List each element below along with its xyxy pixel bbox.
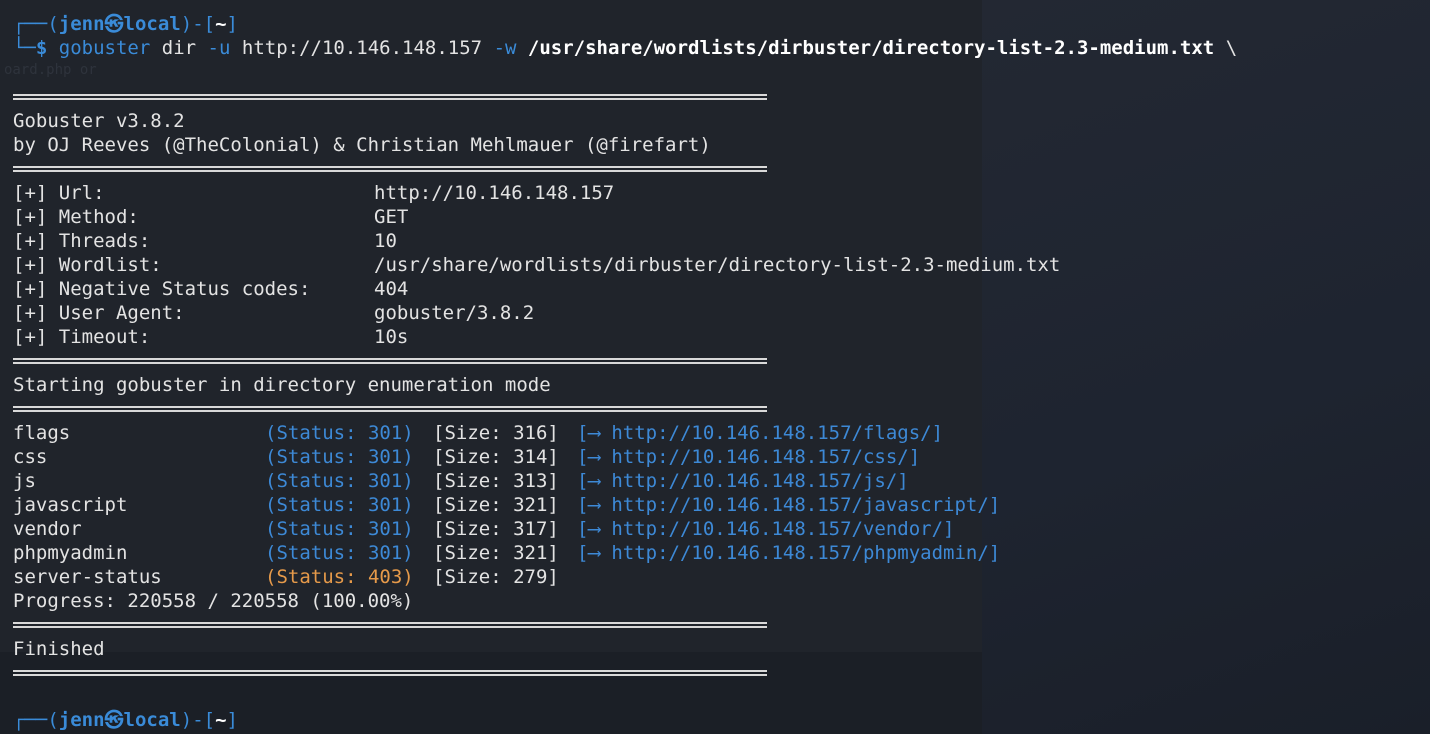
separator-rule [13,670,767,676]
command-target: http://10.146.148.157 [241,37,483,59]
prompt-frame-close: ] [226,709,238,731]
prompt-header: ┌──(jenn㉿local)-[~] [13,12,238,36]
command-sub: dir [161,37,197,59]
result-path: javascript [13,494,128,516]
prompt-frame-open: ┌──( [13,13,59,35]
result-row: server-status (Status: 403) [Size: 279] [13,565,559,589]
config-row: [+] User Agent: gobuster/3.8.2 [13,301,534,325]
ghost-text: oard.php or [4,62,97,78]
separator-rule [13,94,767,100]
command-flag-u: -u [207,37,231,59]
prompt-user: jenn [58,13,105,35]
prompt-header: ┌──(jenn㉿local)-[~] [13,708,238,732]
prompt-frame-close: ] [226,13,238,35]
result-redirect-link[interactable]: [⟶ http://10.146.148.157/phpmyadmin/] [577,541,1000,565]
mode-line: Starting gobuster in directory enumerati… [13,374,551,396]
result-row: vendor (Status: 301) [Size: 317] [⟶ http://… [13,517,955,541]
result-status: (Status: 301) [265,470,414,492]
result-row: phpmyadmin (Status: 301) [Size: 321] [⟶ htt… [13,541,1000,565]
result-row: flags (Status: 301) [Size: 316] [⟶ http://1… [13,421,943,445]
prompt-frame-mid: )-[ [180,13,216,35]
result-redirect-link[interactable]: [⟶ http://10.146.148.157/vendor/] [577,517,955,541]
result-status: (Status: 403) [265,566,414,588]
prompt-at-icon: ㉿ [104,709,124,731]
prompt-host: local [123,709,181,731]
result-status: (Status: 301) [265,446,414,468]
result-status: (Status: 301) [265,542,414,564]
desktop-background [982,0,1430,734]
prompt-host: local [123,13,181,35]
config-row: [+] Wordlist: /usr/share/wordlists/dirbus… [13,253,1060,277]
result-path: css [13,446,48,468]
config-value: GET [374,206,409,228]
banner-authors: by OJ Reeves (@TheColonial) & Christian … [13,134,711,156]
result-redirect-link[interactable]: [⟶ http://10.146.148.157/js/] [577,469,909,493]
config-row: [+] Timeout: 10s [13,325,408,349]
separator-rule [13,406,767,412]
result-path: flags [13,422,71,444]
command-tool: gobuster [58,37,151,59]
result-row: javascript (Status: 301) [Size: 321] [⟶ htt… [13,493,1000,517]
prompt-cwd: ~ [215,709,227,731]
separator-rule [13,166,767,172]
result-size: [Size: 314] [433,446,559,468]
command-flag-w: -w [493,37,517,59]
config-value: 10 [374,230,397,252]
config-row: [+] Negative Status codes: 404 [13,277,408,301]
config-row: [+] Threads: 10 [13,229,397,253]
result-size: [Size: 279] [433,566,559,588]
config-value: /usr/share/wordlists/dirbuster/directory… [374,254,1061,276]
config-value: 404 [374,278,409,300]
finished-line: Finished [13,638,105,660]
result-status: (Status: 301) [265,518,414,540]
result-path: server-status [13,566,162,588]
command-line[interactable]: └─$ gobuster dir -u http://10.146.148.15… [13,36,1237,60]
config-label: [+] Timeout: [13,326,151,348]
config-row: [+] Url: http://10.146.148.157 [13,181,614,205]
result-size: [Size: 316] [433,422,559,444]
result-redirect-link[interactable]: [⟶ http://10.146.148.157/flags/] [577,421,943,445]
result-path: js [13,470,36,492]
config-label: [+] Negative Status codes: [13,278,311,300]
separator-rule [13,622,767,628]
result-size: [Size: 321] [433,542,559,564]
config-label: [+] Threads: [13,230,151,252]
config-value: 10s [374,326,409,348]
result-redirect-link[interactable]: [⟶ http://10.146.148.157/css/] [577,445,920,469]
config-label: [+] User Agent: [13,302,185,324]
result-path: phpmyadmin [13,542,128,564]
command-continuation: \ [1225,37,1238,59]
result-status: (Status: 301) [265,494,414,516]
result-status: (Status: 301) [265,422,414,444]
result-row: css (Status: 301) [Size: 314] [⟶ http://10.… [13,445,920,469]
config-label: [+] Wordlist: [13,254,162,276]
result-size: [Size: 317] [433,518,559,540]
result-row: js (Status: 301) [Size: 313] [⟶ http://10.1… [13,469,909,493]
result-redirect-link[interactable]: [⟶ http://10.146.148.157/javascript/] [577,493,1000,517]
prompt-dollar: $ [35,37,48,59]
prompt-frame-mid: )-[ [180,709,216,731]
result-size: [Size: 321] [433,494,559,516]
result-path: vendor [13,518,82,540]
config-row: [+] Method: GET [13,205,408,229]
prompt-frame-open: ┌──( [13,709,59,731]
config-value: gobuster/3.8.2 [374,302,535,324]
separator-rule [13,358,767,364]
command-wordlist: /usr/share/wordlists/dirbuster/directory… [527,37,1215,59]
prompt-cwd: ~ [215,13,227,35]
config-label: [+] Url: [13,182,105,204]
result-size: [Size: 313] [433,470,559,492]
progress-line: Progress: 220558 / 220558 (100.00%) [13,590,414,612]
prompt-at-icon: ㉿ [104,13,124,35]
banner-version: Gobuster v3.8.2 [13,110,185,132]
prompt-frame-down: └─ [13,37,36,59]
prompt-user: jenn [58,709,105,731]
config-value: http://10.146.148.157 [374,182,615,204]
config-label: [+] Method: [13,206,139,228]
